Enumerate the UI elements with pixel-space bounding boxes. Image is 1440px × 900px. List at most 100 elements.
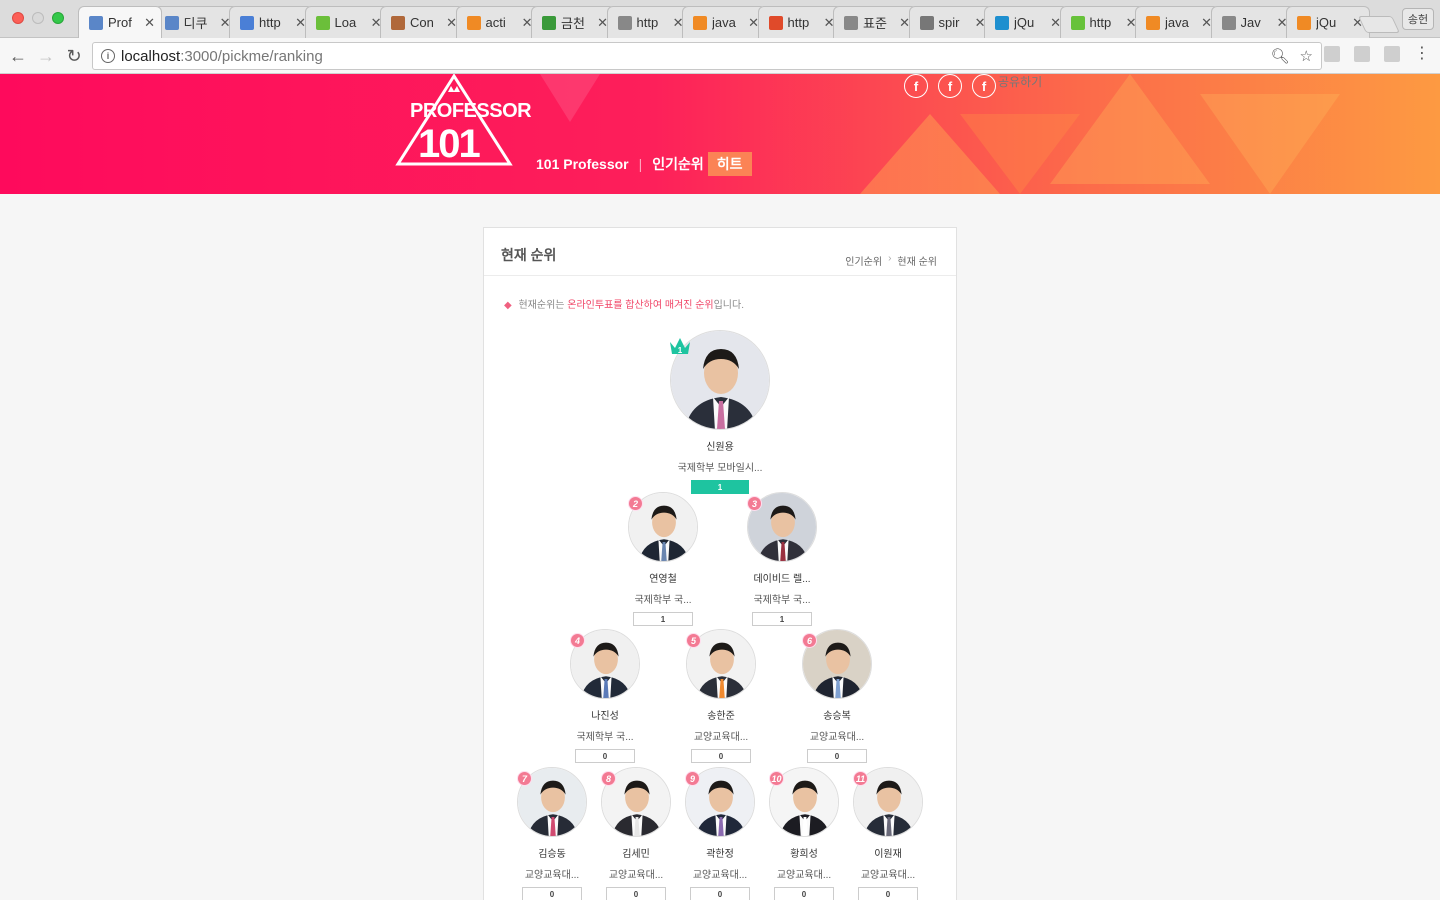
extension-icon[interactable] bbox=[1354, 46, 1370, 62]
favicon-icon bbox=[315, 15, 330, 30]
tab-title: java bbox=[712, 15, 736, 30]
rank-badge: 8 bbox=[601, 771, 616, 786]
professor-name[interactable]: 나진성 bbox=[545, 707, 665, 722]
breadcrumb-item-ranking[interactable]: 인기순위 bbox=[845, 253, 882, 268]
tab-title: spir bbox=[938, 15, 960, 30]
nav-item-hit[interactable]: 히트 bbox=[707, 152, 752, 176]
nav-item-ranking[interactable]: 인기순위 bbox=[652, 154, 704, 174]
professor-affiliation: 국제학부 국... bbox=[576, 732, 634, 743]
minimize-window-button[interactable] bbox=[32, 12, 44, 24]
browser-tab[interactable]: java ✕ bbox=[682, 6, 766, 38]
rank-badge: 7 bbox=[517, 771, 532, 786]
rank-badge: 2 bbox=[628, 496, 643, 511]
browser-tab[interactable]: acti ✕ bbox=[455, 6, 540, 38]
ranking-notice: ◆ 현재순위는 온라인투표를 합산하여 매겨진 순위입니다. bbox=[504, 296, 744, 311]
browser-toolbar: ← → ↻ i localhost:3000/pickme/ranking 🔍︎… bbox=[0, 38, 1440, 74]
new-tab-button[interactable] bbox=[1358, 16, 1400, 33]
professor-name[interactable]: 신원용 bbox=[660, 438, 780, 453]
diamond-bullet-icon: ◆ bbox=[504, 300, 512, 311]
browser-tab[interactable]: http ✕ bbox=[606, 6, 691, 38]
social-share-group: f f f bbox=[904, 74, 996, 98]
professor-affiliation: 국제학부 국... bbox=[753, 595, 811, 606]
browser-tab[interactable]: 표준 ✕ bbox=[833, 6, 917, 38]
professor-card[interactable]: 1 신원용 국제학부 모바일시... 1 bbox=[660, 330, 780, 494]
maximize-window-button[interactable] bbox=[52, 12, 64, 24]
nav-divider: | bbox=[638, 156, 643, 172]
browser-tab[interactable]: spir ✕ bbox=[908, 6, 993, 38]
browser-tab[interactable]: Prof ✕ bbox=[78, 6, 162, 38]
reload-button[interactable]: ↻ bbox=[62, 44, 86, 68]
zoom-icon[interactable]: 🔍︎ bbox=[1271, 47, 1290, 65]
browser-tab[interactable]: jQu ✕ bbox=[984, 6, 1068, 38]
ranking-card-header: 현재 순위 인기순위 › 현재 순위 bbox=[484, 228, 956, 276]
info-icon[interactable]: i bbox=[101, 49, 115, 63]
professor-card[interactable]: 2 연영철 국제학부 국... 1 bbox=[603, 492, 723, 626]
browser-tab[interactable]: http ✕ bbox=[229, 6, 313, 38]
browser-tab[interactable]: 디쿠 ✕ bbox=[153, 6, 238, 38]
vote-count: 1 bbox=[752, 612, 812, 626]
professor-card[interactable]: 5 송한준 교양교육대... 0 bbox=[661, 629, 781, 763]
professor-name[interactable]: 연영철 bbox=[603, 570, 723, 585]
notice-prefix: 현재순위는 bbox=[518, 300, 568, 311]
browser-tab[interactable]: Con ✕ bbox=[380, 6, 464, 38]
breadcrumb-item-current: 현재 순위 bbox=[897, 257, 937, 268]
address-bar[interactable]: i localhost:3000/pickme/ranking 🔍︎ ☆ bbox=[92, 42, 1322, 70]
rank-badge: 6 bbox=[802, 633, 817, 648]
vote-count: 0 bbox=[858, 887, 918, 900]
tab-title: 금천 bbox=[561, 16, 585, 31]
tab-title: Jav bbox=[1240, 15, 1261, 30]
browser-tab[interactable]: http ✕ bbox=[1059, 6, 1144, 38]
vote-count: 0 bbox=[606, 887, 666, 900]
extension-icon[interactable] bbox=[1324, 46, 1340, 62]
browser-tab[interactable]: http ✕ bbox=[757, 6, 842, 38]
browser-tabbar: Prof ✕ 디쿠 ✕ http ✕ Loa ✕ Con ✕ acti ✕ 금천 ✕ http ✕ java ✕ h… bbox=[0, 0, 1440, 38]
professor-card[interactable]: 6 송승복 교양교육대... 0 bbox=[777, 629, 897, 763]
page-title: 현재 순위 bbox=[501, 247, 557, 263]
facebook-icon[interactable]: f bbox=[938, 74, 962, 98]
nav-item-101-professor[interactable]: 101 Professor bbox=[536, 156, 629, 172]
favicon-icon bbox=[1221, 15, 1236, 30]
ranking-card: 현재 순위 인기순위 › 현재 순위 ◆ 현재순위는 온라인투표를 합산하여 매… bbox=[483, 227, 957, 900]
close-window-button[interactable] bbox=[12, 12, 24, 24]
professor-name[interactable]: 송한준 bbox=[661, 707, 781, 722]
rank-badge: 3 bbox=[747, 496, 762, 511]
rank-badge: 10 bbox=[769, 771, 784, 786]
professor-affiliation: 국제학부 국... bbox=[634, 595, 692, 606]
favicon-icon bbox=[542, 15, 556, 30]
browser-tab[interactable]: Jav ✕ bbox=[1210, 6, 1295, 38]
tab-title: http bbox=[787, 15, 810, 30]
tab-title: Con bbox=[410, 15, 434, 30]
professor-card[interactable]: 4 나진성 국제학부 국... 0 bbox=[545, 629, 665, 763]
share-label[interactable]: 공유하기 bbox=[998, 74, 1042, 90]
professor-name[interactable]: 이원재 bbox=[828, 845, 948, 860]
vote-count: 0 bbox=[807, 749, 867, 763]
professor-name[interactable]: 데이비드 렐... bbox=[722, 570, 842, 585]
browser-tab[interactable]: 금천 ✕ bbox=[531, 6, 615, 38]
favicon-icon bbox=[1297, 15, 1311, 30]
professor-affiliation: 교양교육대... bbox=[693, 732, 749, 743]
facebook-icon[interactable]: f bbox=[904, 74, 928, 98]
forward-button[interactable]: → bbox=[34, 44, 58, 68]
professor-card[interactable]: 3 데이비드 렐... 국제학부 국... 1 bbox=[722, 492, 842, 626]
browser-tab[interactable]: Loa ✕ bbox=[304, 6, 389, 38]
tab-title: java bbox=[1165, 15, 1189, 30]
tab-title: http bbox=[636, 15, 659, 30]
menu-kebab-icon[interactable]: ⋮ bbox=[1414, 46, 1430, 62]
facebook-icon[interactable]: f bbox=[972, 74, 996, 98]
favicon-icon bbox=[844, 15, 858, 30]
profile-button[interactable]: 송헌 bbox=[1402, 8, 1434, 30]
back-button[interactable]: ← bbox=[6, 44, 30, 68]
chevron-right-icon: › bbox=[888, 253, 892, 264]
browser-tab[interactable]: java ✕ bbox=[1135, 6, 1219, 38]
notice-highlight: 온라인투표를 합산하여 매겨진 순위 bbox=[567, 300, 714, 311]
browser-tab[interactable]: jQu ✕ bbox=[1286, 6, 1370, 38]
rank-badge: 11 bbox=[853, 771, 868, 786]
close-tab-icon[interactable]: ✕ bbox=[144, 15, 155, 31]
professor-card[interactable]: 11 이원재교양교육대... 0 bbox=[828, 767, 948, 900]
professor-affiliation: 교양교육대... bbox=[860, 870, 916, 881]
favicon-icon bbox=[919, 15, 934, 30]
professor-name[interactable]: 송승복 bbox=[777, 707, 897, 722]
cast-icon[interactable] bbox=[1384, 46, 1400, 62]
bookmark-star-icon[interactable]: ☆ bbox=[1300, 47, 1313, 65]
favicon-icon bbox=[89, 15, 103, 30]
